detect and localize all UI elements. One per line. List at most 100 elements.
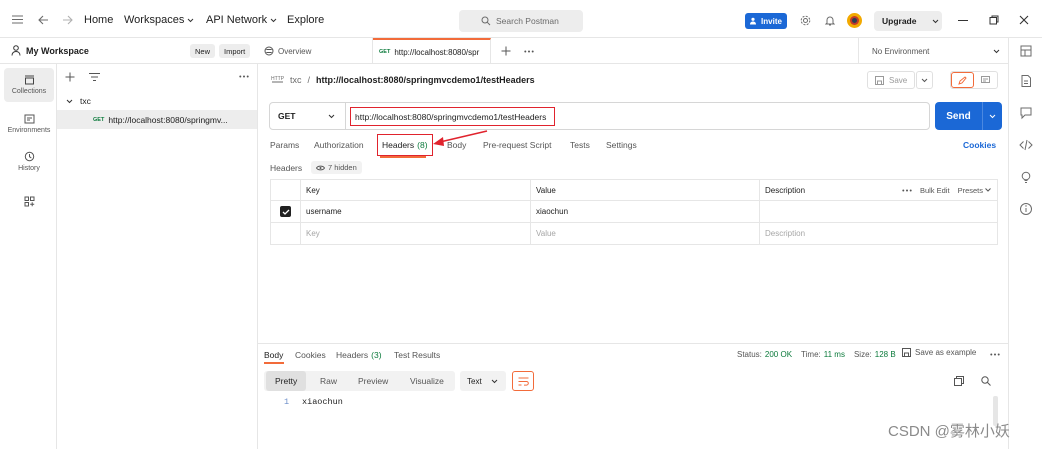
nav-explore[interactable]: Explore xyxy=(287,14,324,26)
history-icon xyxy=(24,151,34,161)
new-key-input[interactable]: Key xyxy=(300,222,531,245)
tab-headers[interactable]: Headers (8) xyxy=(377,134,433,156)
collection-txc[interactable]: txc xyxy=(66,96,91,106)
copy-icon[interactable] xyxy=(954,376,964,386)
http-request-icon: HTTP xyxy=(271,76,284,83)
workspace-name[interactable]: My Workspace xyxy=(26,46,89,56)
nav-api-network-label: API Network xyxy=(206,14,268,26)
collections-icon xyxy=(24,75,34,85)
breadcrumb-separator: / xyxy=(307,74,311,85)
avatar[interactable] xyxy=(847,13,862,28)
collection-tree: txc GET http://localhost:8080/springmv..… xyxy=(57,64,258,449)
send-button[interactable]: Send xyxy=(935,102,983,130)
response-divider[interactable] xyxy=(258,343,1008,344)
save-button[interactable]: Save xyxy=(867,71,915,89)
request-item[interactable]: GET http://localhost:8080/springmv... xyxy=(57,110,257,129)
view-mode-raw[interactable]: Raw xyxy=(311,371,346,391)
close-icon[interactable] xyxy=(1019,15,1029,25)
lightbulb-icon[interactable] xyxy=(1019,170,1033,184)
nav-api-network[interactable]: API Network xyxy=(206,14,277,26)
import-button[interactable]: Import xyxy=(219,44,251,58)
filter-icon[interactable] xyxy=(89,73,100,81)
view-mode-preview[interactable]: Preview xyxy=(349,371,397,391)
api-icon[interactable] xyxy=(1019,44,1033,58)
send-dropdown-button[interactable] xyxy=(983,102,1002,130)
nav-workspaces[interactable]: Workspaces xyxy=(124,14,194,26)
format-select[interactable]: Text xyxy=(460,371,506,391)
search-input[interactable]: Search Postman xyxy=(459,10,583,32)
settings-gear-icon[interactable] xyxy=(800,15,811,26)
cookies-link[interactable]: Cookies xyxy=(963,140,996,150)
upgrade-button[interactable]: Upgrade xyxy=(874,11,942,31)
environment-select[interactable]: No Environment xyxy=(858,38,1008,64)
edit-mode-toggle[interactable] xyxy=(950,71,998,89)
sidebar-item-environments[interactable]: Environments xyxy=(4,107,54,141)
comments-icon[interactable] xyxy=(1019,106,1033,120)
table-row-value[interactable]: xiaochun xyxy=(530,200,760,223)
save-dropdown-button[interactable] xyxy=(916,71,933,89)
tab-active-request[interactable]: GET http://localhost:8080/spr xyxy=(373,38,491,64)
method-select[interactable]: GET xyxy=(270,103,346,129)
breadcrumb-parent[interactable]: txc xyxy=(290,75,302,85)
tab-pre-request-script[interactable]: Pre-request Script xyxy=(483,140,552,150)
maximize-icon[interactable] xyxy=(989,15,999,25)
breadcrumb: HTTP txc / http://localhost:8080/springm… xyxy=(271,74,535,85)
bulk-edit-link[interactable]: Bulk Edit xyxy=(920,186,950,195)
response-tab-test-results[interactable]: Test Results xyxy=(394,350,440,360)
tab-tests[interactable]: Tests xyxy=(570,140,590,150)
tab-authorization[interactable]: Authorization xyxy=(314,140,364,150)
tab-overview[interactable]: Overview xyxy=(258,38,373,64)
new-button[interactable]: New xyxy=(190,44,216,58)
edit-pencil-icon[interactable] xyxy=(951,72,975,88)
table-row-key[interactable]: username xyxy=(300,200,531,223)
presets-dropdown[interactable]: Presets xyxy=(958,186,991,195)
chevron-down-icon xyxy=(187,18,194,22)
tab-params[interactable]: Params xyxy=(270,140,299,150)
forward-arrow-icon[interactable] xyxy=(62,15,73,25)
tab-headers-count: (8) xyxy=(417,140,428,150)
more-options-icon[interactable] xyxy=(902,189,912,192)
tab-settings[interactable]: Settings xyxy=(606,140,637,150)
tab-active-label: http://localhost:8080/spr xyxy=(394,47,480,57)
save-as-example-button[interactable]: Save as example xyxy=(902,348,976,357)
response-tab-cookies[interactable]: Cookies xyxy=(295,350,326,360)
nav-home[interactable]: Home xyxy=(84,14,113,26)
time-value[interactable]: 11 ms xyxy=(824,350,845,359)
size-value[interactable]: 128 B xyxy=(875,350,896,359)
add-collection-icon[interactable] xyxy=(65,72,75,82)
response-body-text[interactable]: xiaochun xyxy=(302,397,343,407)
new-tab-icon[interactable] xyxy=(501,46,511,56)
response-tab-headers[interactable]: Headers (3) xyxy=(336,350,382,360)
invite-button[interactable]: Invite xyxy=(745,13,787,29)
documentation-icon[interactable] xyxy=(1019,74,1033,88)
url-input[interactable]: http://localhost:8080/springmvcdemo1/tes… xyxy=(350,107,555,126)
search-icon[interactable] xyxy=(981,376,991,386)
more-options-icon[interactable] xyxy=(239,75,249,78)
response-more-icon[interactable] xyxy=(990,353,1000,356)
new-value-input[interactable]: Value xyxy=(530,222,760,245)
request-method: GET xyxy=(93,116,105,123)
save-icon xyxy=(902,348,911,357)
view-mode-pretty[interactable]: Pretty xyxy=(266,371,307,391)
row-checkbox[interactable] xyxy=(280,206,291,217)
menu-icon[interactable] xyxy=(12,15,23,24)
sidebar-item-history[interactable]: History xyxy=(4,144,54,178)
notifications-bell-icon[interactable] xyxy=(825,15,835,26)
view-mode-visualize[interactable]: Visualize xyxy=(401,371,453,391)
request-title[interactable]: http://localhost:8080/springmvcdemo1/tes… xyxy=(316,75,535,85)
status-value[interactable]: 200 OK xyxy=(765,350,792,359)
minimize-icon[interactable] xyxy=(958,20,968,21)
back-arrow-icon[interactable] xyxy=(38,15,49,25)
table-header-cell xyxy=(270,179,301,201)
hidden-headers-toggle[interactable]: 7 hidden xyxy=(311,161,362,174)
new-description-input[interactable]: Description xyxy=(759,222,998,245)
wrap-lines-button[interactable] xyxy=(512,371,534,391)
code-icon[interactable] xyxy=(1019,138,1033,152)
comment-icon[interactable] xyxy=(974,72,997,88)
info-icon[interactable] xyxy=(1019,202,1033,216)
sidebar-item-add-apps[interactable] xyxy=(4,184,54,218)
sidebar-item-collections[interactable]: Collections xyxy=(4,68,54,102)
tabs-more-icon[interactable] xyxy=(524,50,534,53)
response-tab-body[interactable]: Body xyxy=(264,350,283,360)
table-row-description[interactable] xyxy=(759,200,998,223)
